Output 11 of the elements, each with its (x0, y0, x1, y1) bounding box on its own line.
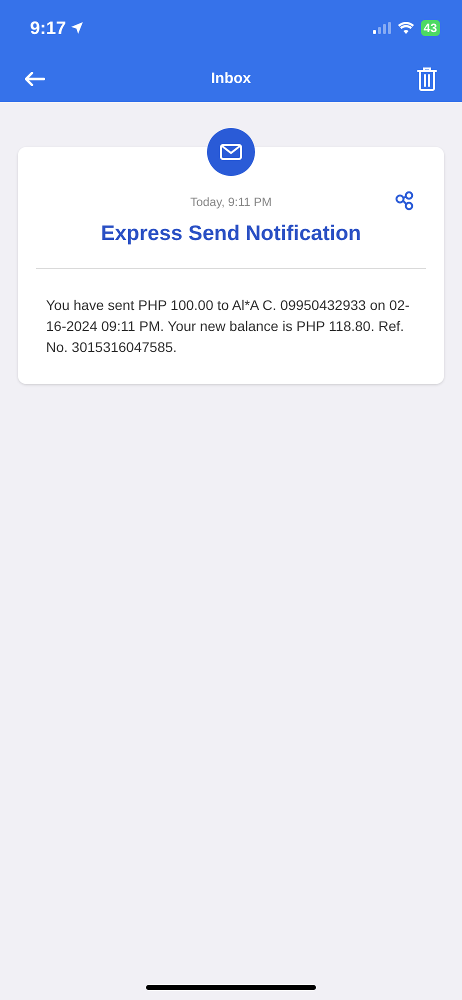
message-body: You have sent PHP 100.00 to Al*A C. 09950432933 on 02-16-2024 09:11 PM. Your new balance is PHP 118.80. Ref. No. 3015316047585. (45, 296, 411, 356)
signal-icon (372, 22, 391, 34)
share-button[interactable] (394, 190, 416, 212)
header-title: Inbox (211, 68, 251, 89)
location-arrow-icon (70, 21, 84, 35)
delete-button[interactable] (416, 66, 438, 92)
battery-indicator: 43 (420, 20, 440, 36)
status-time: 9:17 (30, 16, 66, 40)
message-title: Express Send Notification (100, 221, 362, 247)
wifi-icon (398, 22, 414, 34)
message-timestamp: Today, 9:11 PM (190, 194, 272, 211)
